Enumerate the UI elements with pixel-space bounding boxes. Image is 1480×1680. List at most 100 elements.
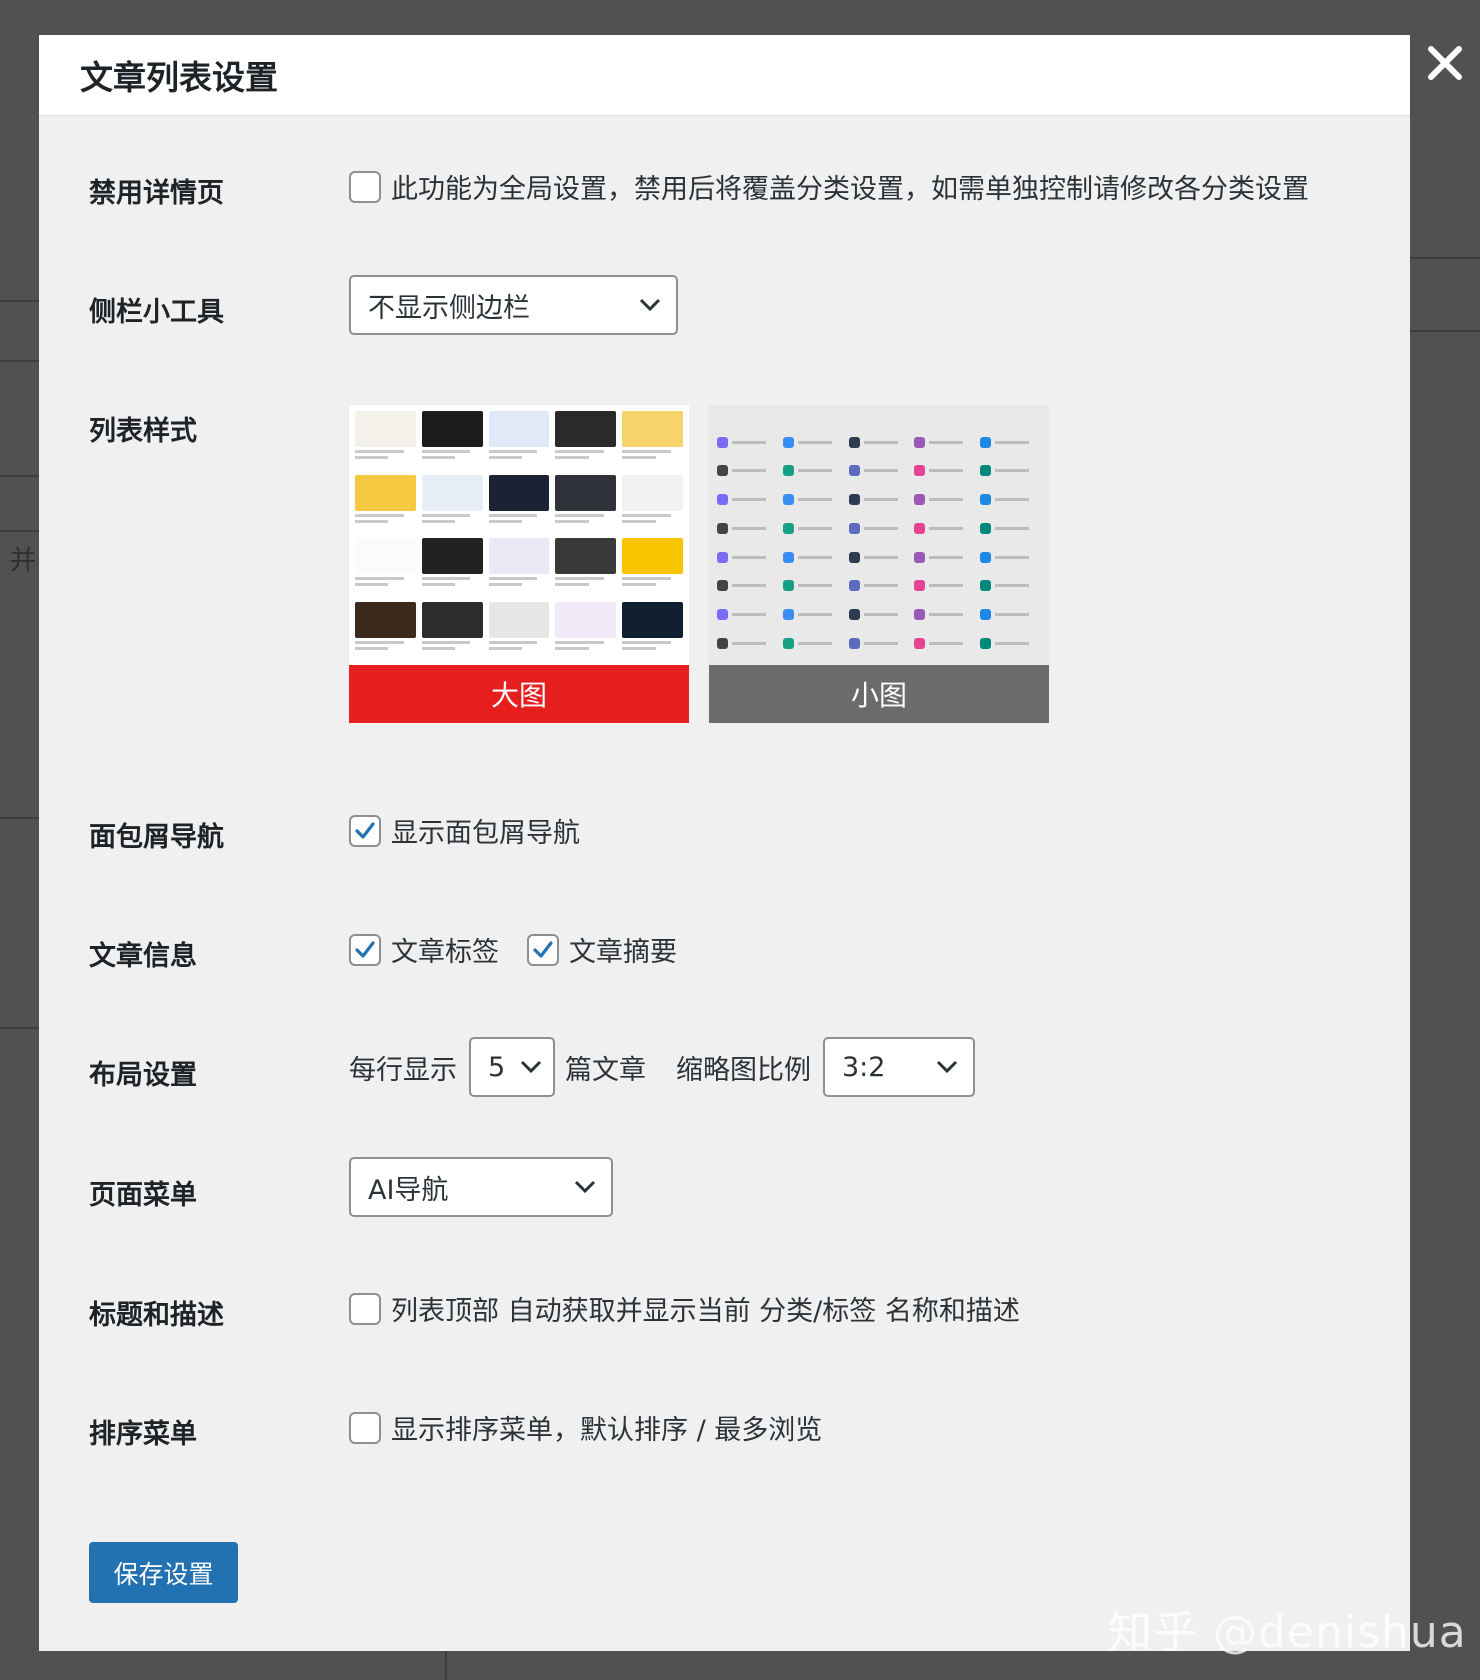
preview-chip xyxy=(782,433,844,451)
preview-chip xyxy=(848,577,910,595)
preview-chip xyxy=(782,491,844,509)
preview-chip-line xyxy=(797,584,832,588)
preview-chip-icon xyxy=(782,436,794,448)
background-divider xyxy=(0,475,39,477)
preview-chip-line xyxy=(995,641,1030,645)
preview-chip xyxy=(848,519,910,537)
preview-card-image xyxy=(421,538,483,574)
preview-chip xyxy=(782,548,844,566)
preview-chip-icon xyxy=(848,522,860,534)
preview-chip xyxy=(848,634,910,652)
sort-menu-checkbox[interactable] xyxy=(349,1411,381,1444)
preview-card xyxy=(421,538,483,596)
preview-chip-line xyxy=(995,440,1030,444)
breadcrumb-text: 显示面包屑导航 xyxy=(391,818,580,849)
preview-chip-icon xyxy=(980,637,992,649)
preview-card-line xyxy=(622,519,656,523)
preview-chip-icon xyxy=(980,580,992,592)
disable-detail-checkbox[interactable] xyxy=(349,170,381,203)
post-excerpt-checkbox[interactable] xyxy=(527,933,559,966)
save-button[interactable]: 保存设置 xyxy=(89,1542,238,1603)
background-divider xyxy=(0,300,39,302)
style-option-large[interactable]: 大图 xyxy=(349,405,689,723)
preview-card-line xyxy=(622,450,671,453)
preview-chip-icon xyxy=(782,609,794,620)
ratio-select[interactable]: 3:2 xyxy=(823,1037,975,1097)
preview-chip xyxy=(717,433,778,451)
post-tags-checkbox[interactable] xyxy=(349,933,381,966)
settings-dialog: 文章列表设置 禁用详情页 此功能为全局设置，禁用后将覆盖分类设置，如需单独控制请… xyxy=(39,35,1410,1651)
preview-card-line xyxy=(555,513,605,517)
preview-chip-line xyxy=(863,613,898,616)
preview-chip-line xyxy=(929,613,964,616)
style-option-small[interactable]: 小图 xyxy=(709,405,1049,723)
preview-chip xyxy=(848,462,910,480)
sort-menu-control: 显示排序菜单，默认排序 / 最多浏览 xyxy=(349,1408,822,1447)
sidebar-select[interactable]: 不显示侧边栏 xyxy=(349,275,678,335)
preview-card-line xyxy=(555,456,589,459)
preview-chip-icon xyxy=(914,609,926,620)
preview-card-image xyxy=(488,601,550,638)
preview-card-line xyxy=(622,577,671,580)
preview-chip-line xyxy=(995,584,1030,588)
per-row-select[interactable]: 5 xyxy=(469,1037,555,1097)
title-desc-checkbox[interactable] xyxy=(349,1292,381,1325)
preview-card xyxy=(421,474,483,532)
preview-chip-line xyxy=(995,498,1030,501)
sidebar-control: 不显示侧边栏 xyxy=(349,275,678,335)
preview-card-line xyxy=(355,456,389,459)
preview-chip-line xyxy=(732,613,766,616)
preview-chip xyxy=(980,577,1041,595)
preview-chip xyxy=(848,433,910,451)
preview-card-image xyxy=(421,474,483,511)
background-divider xyxy=(445,1651,447,1680)
preview-chip-line xyxy=(797,526,832,530)
preview-card-line xyxy=(421,513,471,517)
preview-card-line xyxy=(355,583,389,586)
preview-chip-icon xyxy=(980,436,992,448)
preview-chip-icon xyxy=(848,637,860,649)
preview-chip-icon xyxy=(717,580,728,592)
preview-chip-icon xyxy=(980,522,992,534)
check-icon xyxy=(355,940,375,958)
preview-chip xyxy=(980,491,1041,509)
preview-card-image xyxy=(622,411,683,447)
preview-chip-line xyxy=(863,498,898,501)
preview-chip xyxy=(717,491,778,509)
preview-chip-icon xyxy=(914,551,926,563)
preview-chip-icon xyxy=(914,465,926,477)
preview-chip xyxy=(717,462,778,480)
preview-card-line xyxy=(355,450,404,453)
preview-chip xyxy=(914,606,975,624)
preview-card xyxy=(622,474,683,532)
preview-card-line xyxy=(355,513,404,517)
row-label: 文章信息 xyxy=(89,941,197,972)
preview-chip-icon xyxy=(914,522,926,534)
preview-chip-icon xyxy=(782,465,794,477)
preview-card xyxy=(355,538,416,596)
row-label: 标题和描述 xyxy=(89,1300,224,1331)
preview-card xyxy=(555,474,617,532)
page-menu-select[interactable]: AI导航 xyxy=(349,1157,613,1217)
preview-chip-line xyxy=(929,584,964,588)
preview-chip-line xyxy=(732,584,766,588)
preview-chip xyxy=(980,634,1041,652)
preview-card-line xyxy=(555,450,605,453)
preview-card-line xyxy=(555,646,589,650)
preview-card-image xyxy=(488,411,550,447)
preview-chip-line xyxy=(797,469,832,473)
preview-chip xyxy=(848,548,910,566)
preview-chip xyxy=(980,462,1041,480)
preview-chip-icon xyxy=(980,551,992,563)
close-button[interactable] xyxy=(1422,40,1468,86)
preview-card xyxy=(421,411,483,469)
preview-chip-line xyxy=(732,469,766,473)
breadcrumb-checkbox[interactable] xyxy=(349,814,381,847)
preview-chip-line xyxy=(797,641,832,645)
preview-chip-icon xyxy=(848,494,860,505)
preview-card-line xyxy=(355,577,404,580)
background-divider xyxy=(0,817,39,819)
preview-chip-line xyxy=(995,526,1030,530)
preview-card-line xyxy=(622,456,656,459)
preview-chip xyxy=(717,519,778,537)
